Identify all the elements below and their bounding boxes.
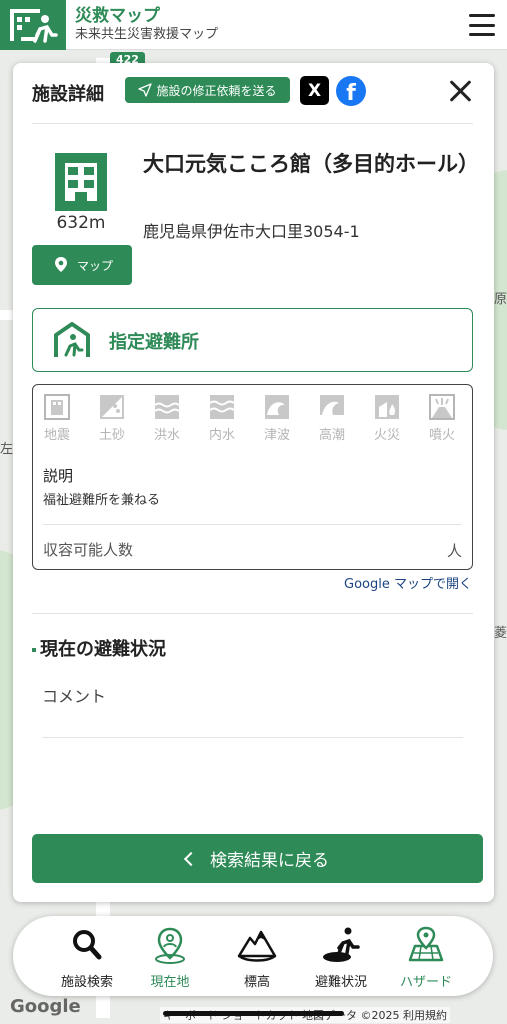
comment-label: コメント: [42, 687, 107, 706]
nav-current-location[interactable]: 現在地: [130, 926, 210, 990]
map-button[interactable]: マップ: [32, 245, 132, 285]
volcano-icon: [429, 394, 455, 420]
nav-label: 現在地: [150, 975, 190, 990]
description-text: 福祉避難所を兼ねる: [43, 493, 161, 508]
send-icon: [138, 83, 153, 97]
map-label: 左: [0, 442, 14, 457]
hazard-flood: 洪水: [147, 393, 187, 443]
chevron-left-icon: [183, 851, 199, 866]
hazard-label: 高潮: [318, 428, 345, 443]
nav-evacuation-status[interactable]: 避難状況: [301, 926, 381, 990]
app-subtitle: 未来共生災害救援マップ: [75, 26, 219, 42]
facility-detail-panel: 施設詳細 施設の修正依頼を送る X f 632m マップ 大口元気こころ館（多目…: [13, 63, 494, 902]
inland-flood-icon: [209, 395, 235, 419]
status-title-text: 現在の避難状況: [40, 639, 166, 660]
divider: [42, 737, 463, 738]
shelter-type-label: 指定避難所: [109, 332, 199, 353]
app-logo[interactable]: [0, 0, 66, 50]
map-button-label: マップ: [76, 258, 113, 273]
hazard-label: 洪水: [153, 428, 180, 443]
google-maps-link[interactable]: Google マップで開く: [344, 573, 472, 592]
hazard-label: 火災: [373, 428, 400, 443]
status-section-title: 現在の避難状況: [32, 635, 166, 661]
back-button-label: 検索結果に戻る: [210, 851, 329, 871]
hazard-fire: 火災: [367, 393, 407, 443]
google-logo: Google: [10, 996, 81, 1017]
hazard-eruption: 噴火: [422, 393, 462, 443]
fix-request-button[interactable]: 施設の修正依頼を送る: [125, 77, 290, 103]
storm-surge-icon: [320, 395, 344, 419]
evacuation-shelter-icon: [54, 322, 90, 357]
capacity-unit: 人: [446, 542, 462, 560]
map-label: 菱: [494, 626, 507, 641]
hazard-info-box: 地震 土砂 洪水 内水 津波 高潮 火災 噴火 説明 福祉避難所を兼ねる 収容可…: [32, 384, 473, 570]
description-label: 説明: [43, 467, 74, 485]
section-marker-icon: [32, 648, 36, 652]
nav-facility-search[interactable]: 施設検索: [47, 926, 127, 990]
nav-hazard-map[interactable]: ハザード: [386, 926, 466, 990]
hazard-landslide: 土砂: [92, 393, 132, 443]
evacuation-icon: [323, 927, 360, 962]
fix-request-label: 施設の修正依頼を送る: [156, 83, 277, 98]
shelter-type-badge: 指定避難所: [32, 308, 473, 372]
divider: [43, 524, 462, 525]
facility-distance: 632m: [56, 213, 106, 233]
mountain-icon: [237, 930, 277, 962]
app-title: 災救マップ: [75, 5, 160, 26]
hazard-label: 内水: [208, 428, 235, 443]
shelter-logo-icon: [10, 8, 58, 43]
hazard-tsunami: 津波: [257, 393, 297, 443]
flood-icon: [154, 395, 180, 419]
facility-address: 鹿児島県伊佐市大口里3054-1: [143, 222, 360, 241]
back-to-results-button[interactable]: 検索結果に戻る: [32, 834, 483, 883]
map-pin-icon: [54, 257, 67, 272]
facility-name: 大口元気こころ館（多目的ホール）: [143, 152, 479, 176]
hamburger-menu-icon[interactable]: [469, 14, 495, 36]
close-icon[interactable]: [446, 77, 474, 105]
hazard-map-icon: [408, 926, 444, 962]
location-icon: [155, 927, 185, 964]
nav-label: ハザード: [399, 975, 452, 990]
hazard-label: 土砂: [98, 428, 125, 443]
x-share-icon[interactable]: X: [300, 76, 329, 105]
nav-label: 標高: [243, 975, 270, 990]
hazard-earthquake: 地震: [37, 393, 77, 443]
home-indicator: [163, 1011, 344, 1016]
divider: [32, 123, 473, 124]
hazard-storm-surge: 高潮: [312, 393, 352, 443]
map-label: 原: [494, 292, 507, 307]
hazard-label: 噴火: [428, 428, 455, 443]
building-icon: [55, 153, 107, 211]
panel-title: 施設詳細: [32, 84, 104, 105]
hazard-label: 地震: [43, 428, 70, 443]
landslide-icon: [100, 395, 124, 419]
hazard-inland-flood: 内水: [202, 393, 242, 443]
app-header: 災救マップ 未来共生災害救援マップ: [0, 0, 507, 50]
tsunami-icon: [265, 395, 289, 419]
hazard-label: 津波: [263, 428, 290, 443]
capacity-label: 収容可能人数: [43, 541, 134, 559]
search-icon: [73, 930, 102, 960]
facebook-share-icon[interactable]: f: [336, 76, 366, 106]
nav-label: 施設検索: [60, 975, 113, 990]
bottom-navigation: 施設検索 現在地 標高 避難状況 ハザード: [13, 916, 493, 996]
nav-label: 避難状況: [314, 975, 367, 990]
fire-icon: [375, 395, 399, 419]
nav-elevation[interactable]: 標高: [217, 926, 297, 990]
earthquake-icon: [44, 394, 70, 420]
divider: [32, 613, 473, 614]
